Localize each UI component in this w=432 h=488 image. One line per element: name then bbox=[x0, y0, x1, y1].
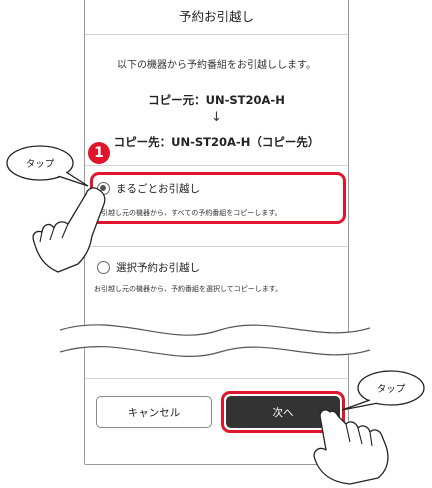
tap-label: タップ bbox=[376, 384, 406, 395]
tapping-hand-icon bbox=[313, 409, 389, 485]
annotation-overlay bbox=[6, 145, 425, 485]
tapping-hand-icon bbox=[32, 187, 106, 273]
tap-label: タップ bbox=[25, 159, 55, 170]
